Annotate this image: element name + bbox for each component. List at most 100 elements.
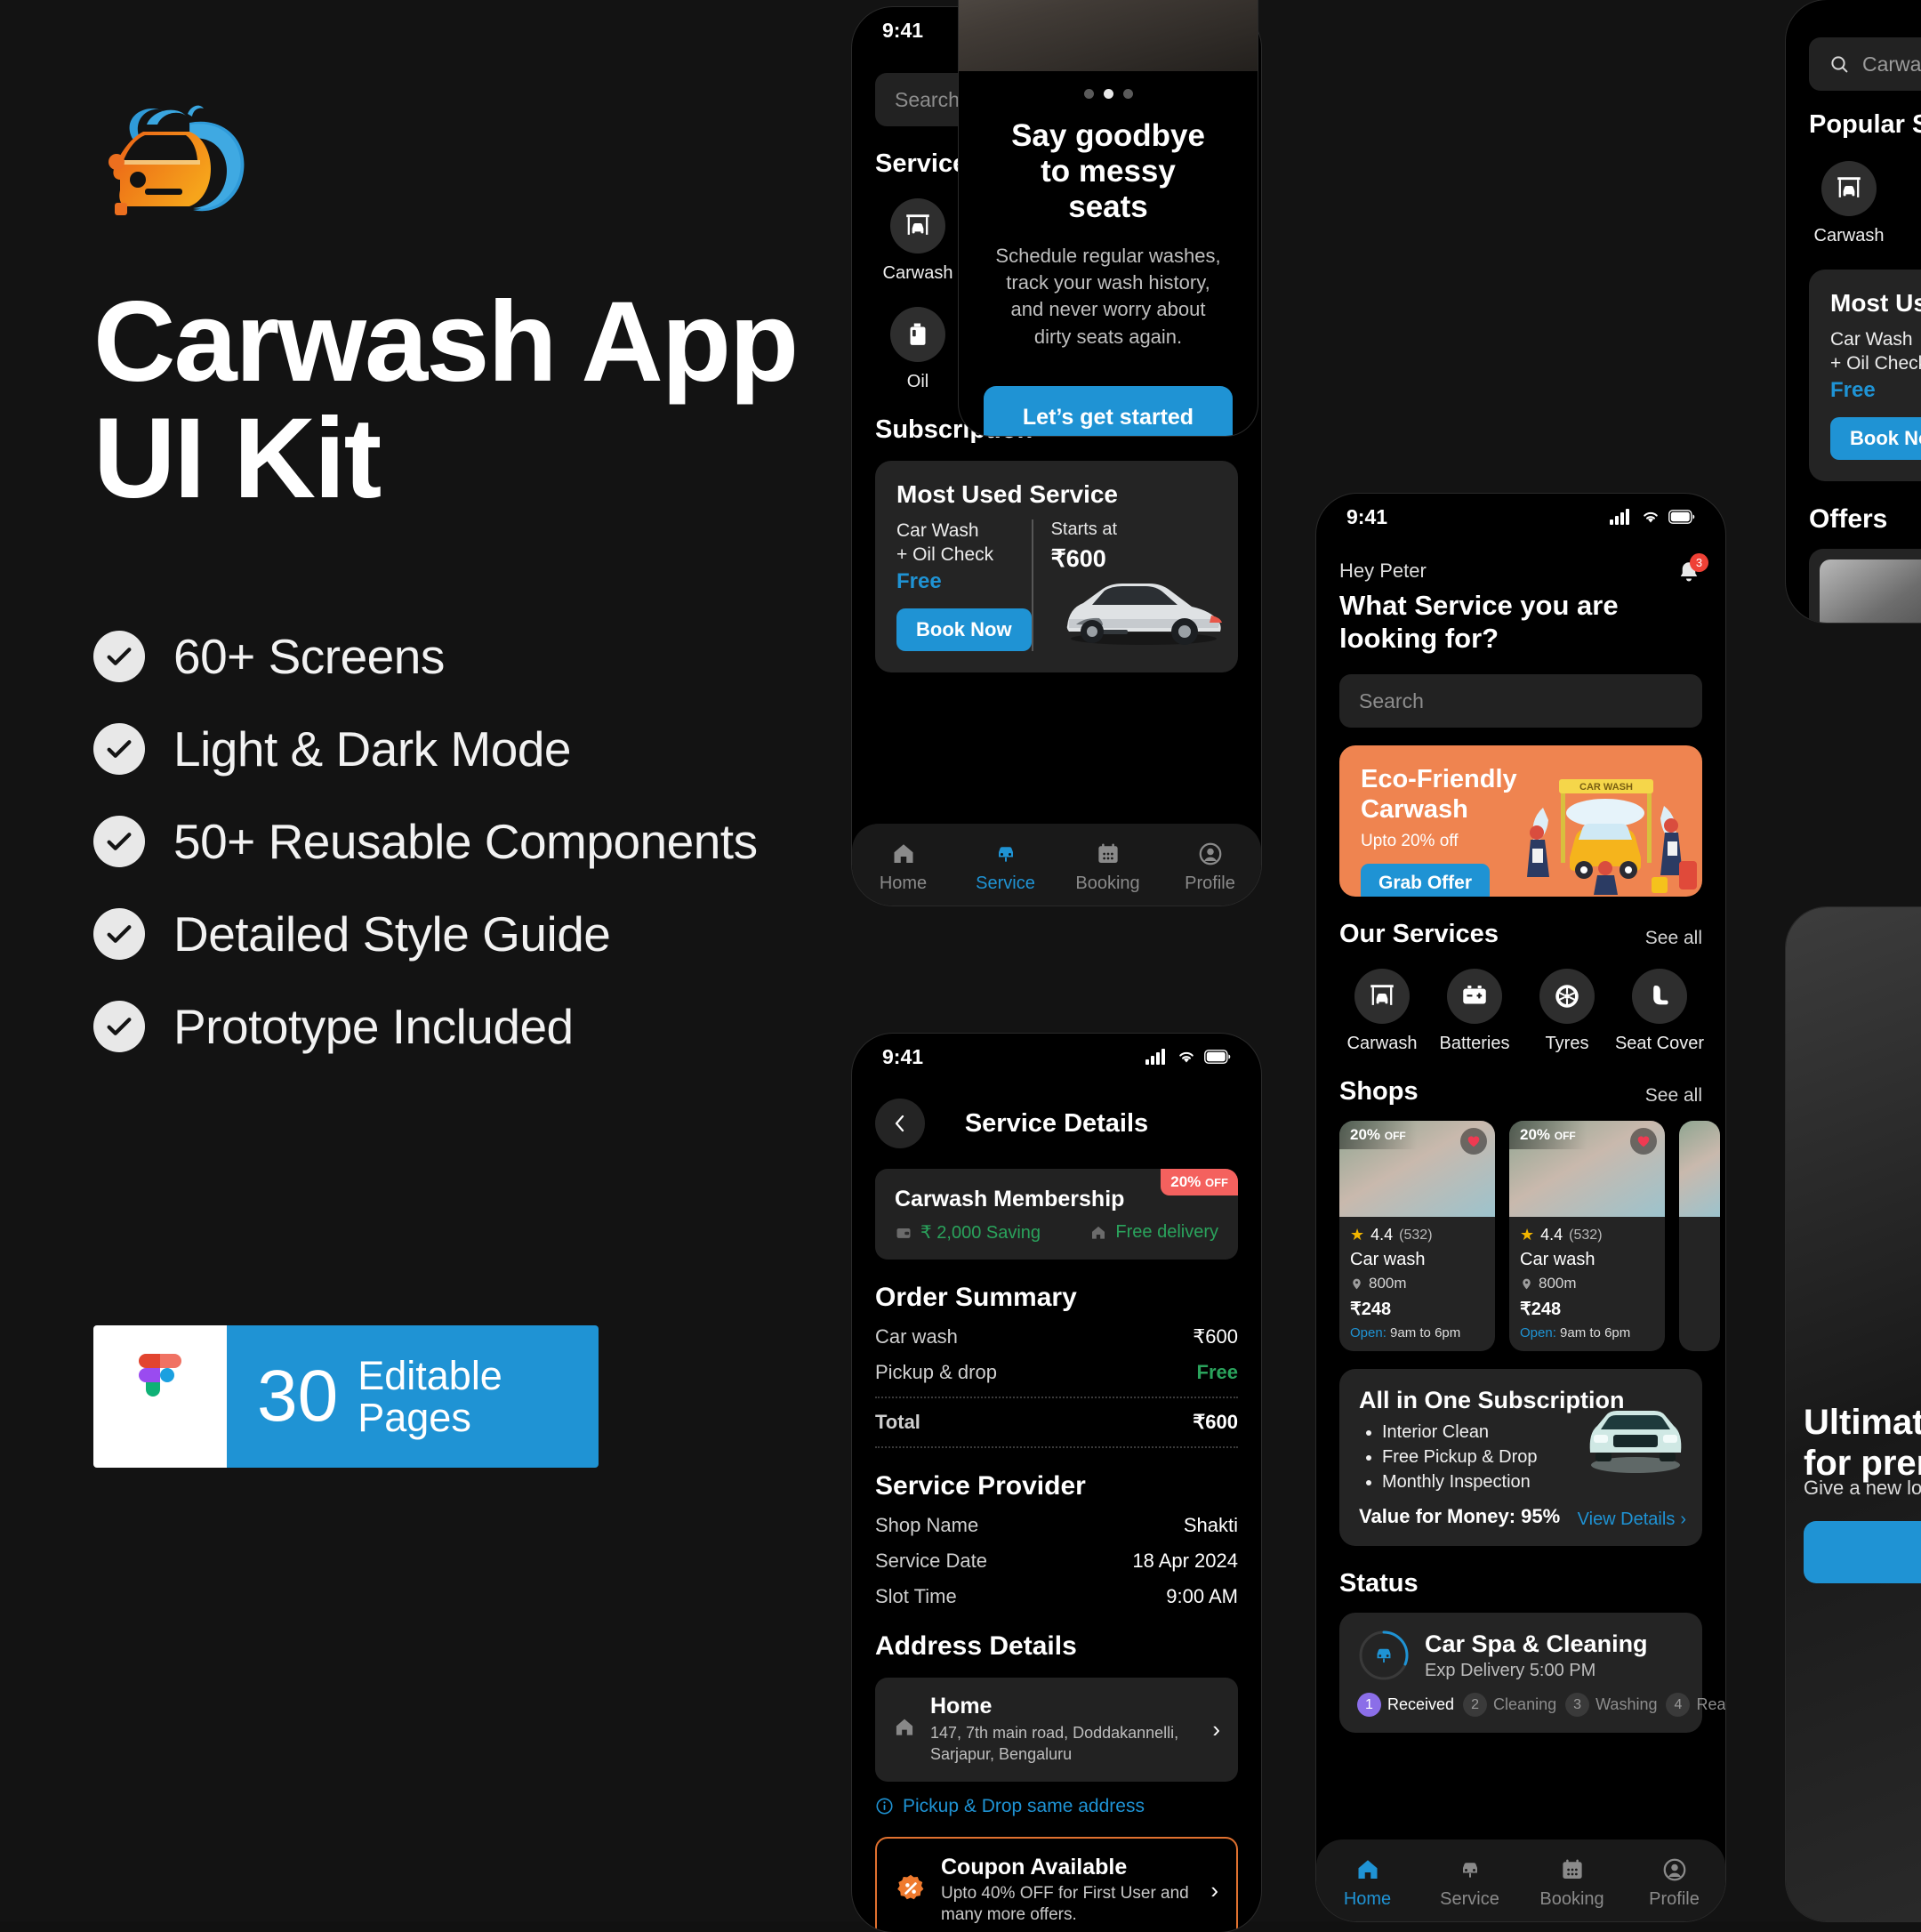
subscription-service-name: Car Wash + Oil Check	[896, 519, 1032, 568]
tab-home[interactable]: Home	[1316, 1856, 1419, 1910]
info-icon	[875, 1797, 894, 1815]
tab-booking[interactable]: Booking	[1521, 1856, 1623, 1910]
shop-card-partial[interactable]	[1679, 1121, 1720, 1351]
service-label: Oil	[907, 372, 928, 392]
status-card[interactable]: Car Spa & Cleaning Exp Delivery 5:00 PM …	[1339, 1613, 1702, 1733]
service-item-seat-cover[interactable]: Seat Cover	[1613, 969, 1706, 1054]
service-item-tyres[interactable]: Tyres	[1521, 969, 1613, 1054]
shops-heading: Shops	[1339, 1077, 1419, 1107]
tab-profile[interactable]: Profile	[1159, 841, 1261, 894]
banner-line-2: Carwash	[1361, 795, 1468, 824]
shop-name: Car wash	[1350, 1250, 1484, 1270]
subscription-card[interactable]: Most Used Service Car Wash + Oil Check F…	[875, 461, 1238, 672]
tab-label: Booking	[1539, 1889, 1604, 1910]
carousel-dot-active[interactable]	[1104, 89, 1113, 99]
see-all-services-link[interactable]: See all	[1645, 928, 1702, 949]
status-bar: 9:41	[1316, 494, 1725, 540]
seat-icon	[1632, 969, 1687, 1024]
address-card[interactable]: Home 147, 7th main road, Doddakannelli, …	[875, 1678, 1238, 1782]
bottom-tab-bar: Service Home Booking Profile	[852, 824, 1261, 906]
subscription-card[interactable]: All in One Subscription Interior Clean F…	[1339, 1369, 1702, 1546]
shops-list[interactable]: 20% OFF ★ 4.4 (532) Car wash	[1339, 1121, 1725, 1351]
figma-line-1: Editable	[358, 1353, 502, 1398]
carwash-icon	[1354, 969, 1410, 1024]
search-placeholder: Search	[895, 88, 960, 112]
provider-value: Shakti	[1184, 1514, 1238, 1537]
shop-discount-badge: 20% OFF	[1509, 1121, 1587, 1149]
starts-at-label: Starts at	[1051, 519, 1117, 540]
search-placeholder: Search	[1359, 689, 1424, 713]
coupon-card[interactable]: Coupon Available Upto 40% OFF for First …	[875, 1837, 1238, 1932]
favorite-button[interactable]	[1460, 1128, 1487, 1155]
offer-card[interactable]	[1809, 549, 1921, 623]
shop-image	[1679, 1121, 1720, 1217]
notification-button[interactable]: 3	[1676, 559, 1702, 591]
shop-card[interactable]: 20% OFF ★ 4.4 (532) Car wash	[1339, 1121, 1495, 1351]
open-label: Open:	[1350, 1325, 1386, 1340]
search-input[interactable]: Carwash	[1809, 37, 1921, 91]
pickup-drop-note[interactable]: Pickup & Drop same address	[875, 1796, 1238, 1817]
star-icon: ★	[1520, 1226, 1534, 1244]
phone-home-screen: 9:41 Hey Peter What Service you are look…	[1316, 494, 1725, 1921]
carousel-dot[interactable]	[1084, 89, 1094, 99]
offer-image	[1820, 559, 1921, 623]
subscription-card[interactable]: Most Used Service Car Wash + Oil Check F…	[1809, 270, 1921, 481]
tab-profile[interactable]: Profile	[1623, 1856, 1725, 1910]
oil-can-icon	[890, 307, 945, 362]
status-heading: Status	[1339, 1569, 1702, 1598]
distance-value: 800m	[1369, 1275, 1407, 1292]
open-time: 9am to 6pm	[1390, 1325, 1460, 1340]
tab-service[interactable]: Service	[1419, 1856, 1521, 1910]
service-item-carwash[interactable]: Carwash	[872, 198, 964, 284]
wifi-icon	[1641, 509, 1660, 525]
heart-icon	[1636, 1133, 1652, 1149]
step-number: 1	[1357, 1693, 1381, 1717]
onboarding-title: Say goodbye to messy seats	[1000, 118, 1217, 225]
carwash-logo	[93, 98, 267, 231]
phone-onboarding-screen: Say goodbye to messy seats Schedule regu…	[959, 0, 1258, 436]
discount-badge: 20% OFF	[1161, 1169, 1238, 1195]
carwash-illustration: CAR WASH	[1507, 763, 1699, 897]
favorite-button[interactable]	[1630, 1128, 1657, 1155]
location-pin-icon	[1520, 1277, 1533, 1291]
provider-label: Slot Time	[875, 1585, 957, 1608]
shop-card[interactable]: 20% OFF ★ 4.4 (532) Car wash	[1509, 1121, 1665, 1351]
tab-booking[interactable]: Booking	[1057, 841, 1159, 894]
shop-price: ₹248	[1520, 1298, 1654, 1320]
search-input[interactable]: Search	[1339, 674, 1702, 728]
service-item-oil[interactable]: Oil	[872, 307, 964, 392]
feature-item: 50+ Reusable Components	[93, 813, 845, 870]
get-started-button[interactable]: Let’s get started	[984, 386, 1233, 436]
service-line-1: Car Wash	[1830, 329, 1913, 350]
grab-offer-button[interactable]: Grab Offer	[1361, 864, 1490, 897]
search-value: Carwash	[1862, 52, 1921, 76]
pickup-note-label: Pickup & Drop same address	[903, 1796, 1145, 1817]
membership-card[interactable]: 20% OFF Carwash Membership ₹ 2,000 Savin…	[875, 1169, 1238, 1260]
view-details-link[interactable]: View Details ›	[1578, 1509, 1686, 1530]
tab-service[interactable]: Service	[954, 841, 1057, 894]
see-all-shops-link[interactable]: See all	[1645, 1085, 1702, 1107]
hero-cta-button[interactable]	[1804, 1521, 1921, 1583]
tab-label: Service	[1440, 1889, 1499, 1910]
open-label: Open:	[1520, 1325, 1556, 1340]
banner-art-label: CAR WASH	[1579, 782, 1633, 793]
feature-label: Prototype Included	[173, 998, 574, 1055]
feature-list: 60+ Screens Light & Dark Mode 50+ Reusab…	[93, 628, 845, 1055]
book-now-button[interactable]: Book Now	[1830, 417, 1921, 460]
view-details-label: View Details	[1578, 1509, 1676, 1530]
feature-label: Light & Dark Mode	[173, 720, 571, 777]
carousel-dot[interactable]	[1123, 89, 1133, 99]
open-time: 9am to 6pm	[1560, 1325, 1630, 1340]
total-row: Total ₹600	[875, 1411, 1238, 1434]
service-item-carwash[interactable]: Carwash	[1809, 161, 1889, 246]
tab-home[interactable]: Home	[852, 841, 954, 894]
delivery-info: Free delivery	[1089, 1222, 1218, 1243]
promo-banner[interactable]: Eco-Friendly Carwash Upto 20% off Grab O…	[1339, 745, 1702, 897]
service-item-carwash[interactable]: Carwash	[1336, 969, 1428, 1054]
subscription-card-title: Most Used Service	[896, 480, 1217, 509]
review-count: (532)	[1569, 1228, 1602, 1244]
discount-off: OFF	[1205, 1176, 1228, 1189]
book-now-button[interactable]: Book Now	[896, 608, 1032, 651]
service-item-batteries[interactable]: Batteries	[1428, 969, 1521, 1054]
feature-item: Detailed Style Guide	[93, 906, 845, 962]
